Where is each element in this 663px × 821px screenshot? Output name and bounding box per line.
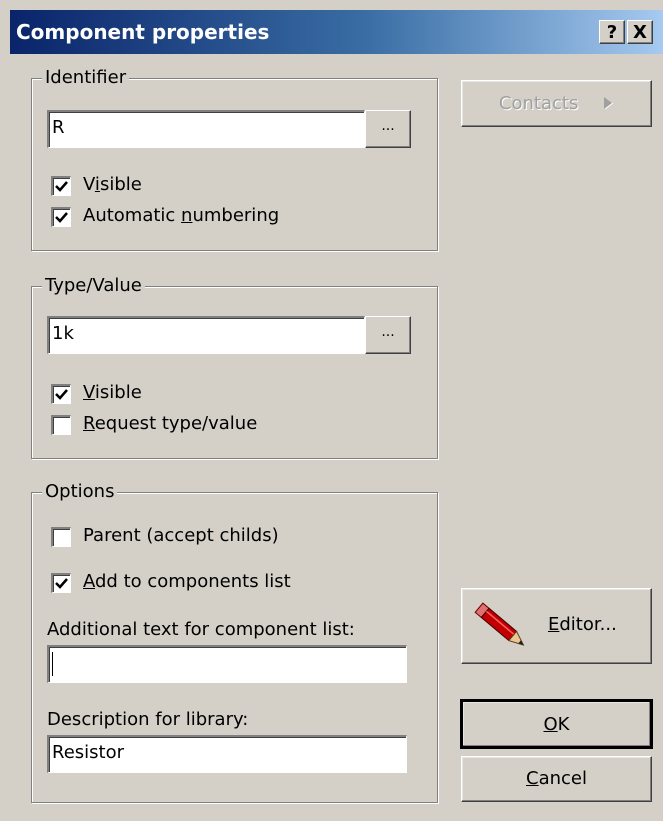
editor-button[interactable]: Editor... — [461, 588, 652, 664]
ok-button[interactable]: OK — [460, 699, 653, 749]
identifier-legend: Identifier — [42, 67, 130, 88]
type-value-browse-button[interactable]: ... — [365, 316, 411, 354]
request-type-value-checkbox[interactable] — [51, 415, 71, 435]
cancel-label: Cancel — [526, 768, 587, 789]
checkmark-icon — [55, 578, 68, 589]
checkmark-icon — [55, 181, 68, 192]
identifier-visible-checkbox[interactable] — [51, 176, 71, 196]
additional-text-label: Additional text for component list: — [47, 619, 355, 640]
identifier-browse-button[interactable]: ... — [365, 110, 411, 148]
description-label: Description for library: — [47, 709, 249, 730]
close-button[interactable]: X — [627, 20, 653, 44]
triangle-right-icon — [604, 97, 614, 110]
editor-label: Editor... — [548, 614, 617, 635]
type-value-input[interactable]: 1k — [47, 316, 365, 354]
parent-checkbox[interactable] — [51, 527, 71, 547]
window-title: Component properties — [16, 20, 270, 44]
description-input[interactable]: Resistor — [47, 735, 407, 773]
add-to-list-checkbox[interactable] — [51, 573, 71, 593]
auto-numbering-label[interactable]: Automatic numbering — [83, 205, 279, 226]
type-value-visible-label[interactable]: Visible — [83, 382, 142, 403]
checkmark-icon — [55, 389, 68, 400]
pencil-icon — [474, 602, 525, 646]
checkmark-icon — [55, 212, 68, 223]
identifier-visible-label[interactable]: Visible — [83, 174, 142, 195]
add-to-list-label[interactable]: Add to components list — [83, 571, 291, 592]
type-value-legend: Type/Value — [42, 275, 145, 296]
parent-label[interactable]: Parent (accept childs) — [83, 525, 279, 546]
auto-numbering-checkbox[interactable] — [51, 207, 71, 227]
contacts-button[interactable]: Contacts — [461, 80, 652, 127]
text-caret — [52, 652, 53, 676]
title-bar: Component properties ? X — [10, 10, 663, 54]
request-type-value-label[interactable]: Request type/value — [83, 413, 257, 434]
help-button[interactable]: ? — [599, 20, 625, 44]
cancel-button[interactable]: Cancel — [461, 756, 652, 802]
type-value-visible-checkbox[interactable] — [51, 384, 71, 404]
contacts-label: Contacts — [498, 93, 579, 114]
options-legend: Options — [42, 481, 118, 502]
additional-text-input[interactable] — [47, 645, 407, 683]
identifier-input[interactable]: R — [47, 110, 365, 148]
ok-label: OK — [543, 714, 570, 735]
